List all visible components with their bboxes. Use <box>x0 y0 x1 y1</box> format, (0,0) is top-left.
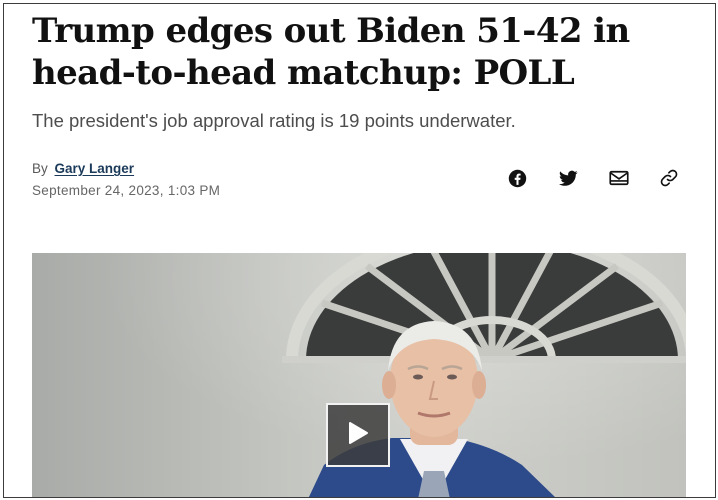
share-email-button[interactable] <box>606 165 632 191</box>
publish-date: September 24, 2023, 1:03 PM <box>32 183 221 198</box>
link-icon <box>660 169 678 187</box>
play-button[interactable] <box>326 403 390 467</box>
email-icon <box>609 170 629 186</box>
byline-prefix: By <box>32 161 48 176</box>
play-icon <box>347 421 369 450</box>
share-facebook-button[interactable] <box>504 165 530 191</box>
byline: By Gary Langer <box>32 161 134 176</box>
twitter-icon <box>558 170 578 187</box>
article-page: Trump edges out Biden 51-42 in head-to-h… <box>3 3 716 498</box>
copy-link-button[interactable] <box>656 165 682 191</box>
headline: Trump edges out Biden 51-42 in head-to-h… <box>32 11 630 93</box>
share-twitter-button[interactable] <box>555 165 581 191</box>
author-link[interactable]: Gary Langer <box>55 161 135 176</box>
facebook-icon <box>508 169 527 188</box>
subheadline: The president's job approval rating is 1… <box>32 110 516 131</box>
hero-video[interactable] <box>32 253 686 497</box>
